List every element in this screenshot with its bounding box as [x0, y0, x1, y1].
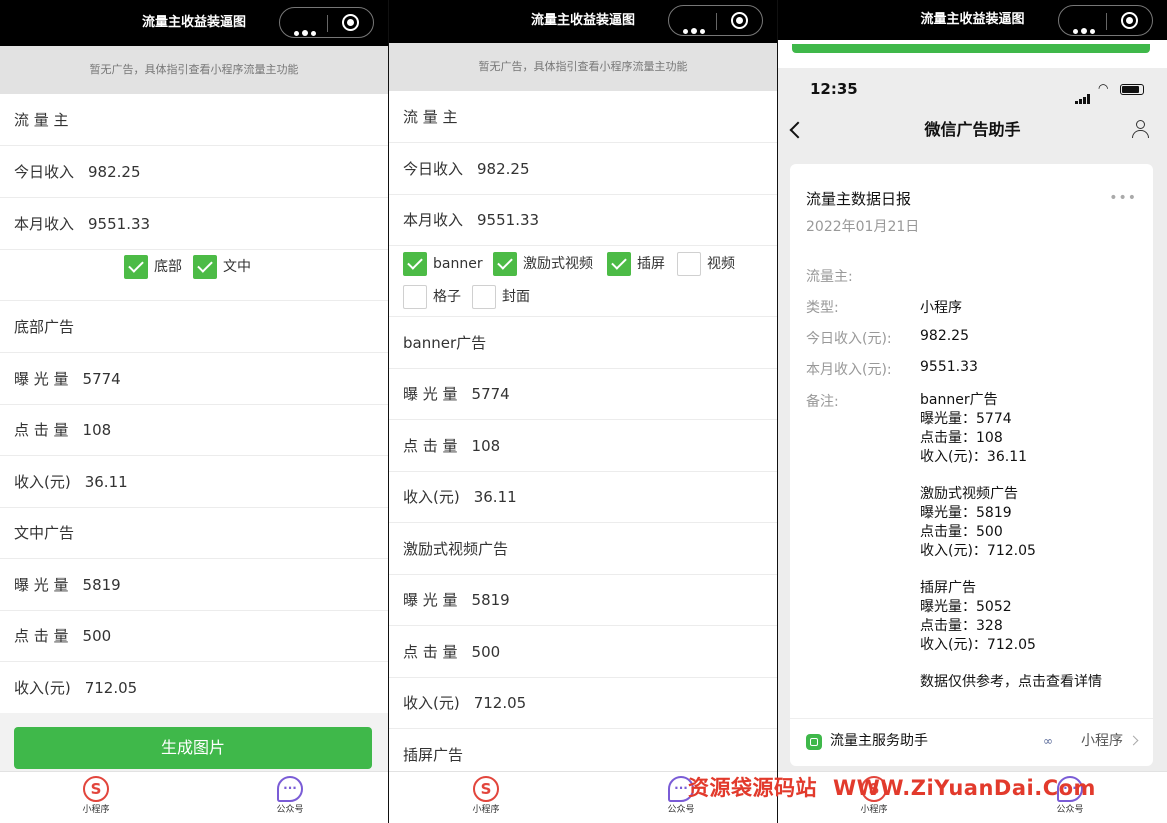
chat-title: 微信广告助手 [924, 120, 1021, 139]
row-impressions: 曝 光 量 5819 [389, 574, 777, 626]
section-title: 文中广告 [0, 507, 388, 559]
bottom-tab-bar: 小程序 公众号 [0, 771, 388, 823]
checkbox-interstitial[interactable]: 插屏 [607, 252, 665, 276]
chat-bubble-icon [277, 776, 303, 802]
capsule-menu[interactable] [279, 7, 374, 38]
section-title: banner广告 [389, 317, 777, 369]
tab-miniprogram[interactable]: 小程序 [456, 776, 516, 815]
more-icon[interactable]: ••• [1109, 190, 1137, 206]
generate-image-button[interactable]: 生成图片 [14, 727, 372, 769]
chevron-right-icon [1128, 735, 1139, 746]
chat-nav-bar: 微信广告助手 [778, 108, 1167, 152]
row-clicks: 点 击 量 108 [389, 420, 777, 472]
checkbox-cover[interactable]: 封面 [472, 285, 530, 309]
field-value: 小程序 [920, 300, 962, 316]
tab-official-account[interactable]: 公众号 [260, 776, 320, 815]
panel-generated-report: 流量主收益装逼图 12:35 ◠ 微信广告助手 流量主数据日报 ••• 2022… [778, 0, 1167, 823]
top-bar: 流量主收益装逼图 [389, 0, 777, 43]
row-today-income: 今日收入 982.25 [0, 146, 388, 198]
checkbox-grid[interactable]: 格子 [403, 285, 461, 309]
checkbox-video[interactable]: 视频 [677, 252, 735, 276]
phone-status-bar: 12:35 ◠ [778, 68, 1167, 108]
row-revenue: 收入(元) 36.11 [389, 471, 777, 523]
checkbox-unchecked-icon[interactable] [403, 285, 427, 309]
checkbox-unchecked-icon[interactable] [472, 285, 496, 309]
checkbox-checked-icon[interactable] [193, 255, 217, 279]
miniprogram-icon [473, 776, 499, 802]
ad-notice: 暂无广告，具体指引查看小程序流量主功能 [389, 43, 777, 91]
more-icon[interactable] [294, 21, 319, 40]
ad-type-checkboxes: 底部 文中 [0, 249, 388, 301]
field-value: 982.25 [920, 328, 969, 344]
row-publisher: 流 量 主 [389, 91, 777, 143]
miniprogram-icon [83, 776, 109, 802]
row-clicks: 点 击 量 108 [0, 404, 388, 456]
checkbox-checked-icon[interactable] [403, 252, 427, 276]
top-bar: 流量主收益装逼图 [778, 0, 1167, 40]
signal-icon [1075, 85, 1091, 104]
user-icon[interactable] [1131, 120, 1149, 138]
field-key: 本月收入(元): [806, 362, 892, 378]
battery-icon [1120, 84, 1144, 95]
close-miniprogram-icon[interactable] [1121, 12, 1138, 29]
close-miniprogram-icon[interactable] [342, 14, 359, 31]
row-month-income: 本月收入 9551.33 [0, 198, 388, 250]
card-date: 2022年01月21日 [806, 219, 920, 235]
checkbox-rewarded-video[interactable]: 激励式视频 [493, 252, 593, 276]
service-assistant-icon [806, 734, 822, 750]
section-title: 激励式视频广告 [389, 523, 777, 575]
row-impressions: 曝 光 量 5774 [389, 368, 777, 420]
row-impressions: 曝 光 量 5774 [0, 353, 388, 405]
card-title: 流量主数据日报 [806, 190, 912, 208]
more-icon[interactable] [683, 19, 708, 38]
row-today-income: 今日收入 982.25 [389, 143, 777, 195]
section-title: 底部广告 [0, 301, 388, 353]
panel-bottom-ads: 流量主收益装逼图 暂无广告，具体指引查看小程序流量主功能 流 量 主 今日收入 9… [0, 0, 388, 823]
row-publisher: 流 量 主 [0, 94, 388, 146]
capsule-menu[interactable] [1058, 5, 1153, 36]
top-bar: 流量主收益装逼图 [0, 0, 388, 46]
capsule-menu[interactable] [668, 5, 763, 36]
row-impressions: 曝 光 量 5819 [0, 559, 388, 611]
service-assistant-label: 流量主服务助手 [830, 733, 928, 749]
checkbox-banner[interactable]: banner [403, 252, 483, 276]
miniprogram-label: 小程序 [1081, 733, 1123, 749]
generate-image-button-edge[interactable] [792, 44, 1150, 53]
remark-text: banner广告 曝光量：5774 点击量：108 收入(元)：36.11 激励… [920, 392, 1102, 690]
wifi-icon: ◠ [1098, 81, 1109, 95]
field-value: 9551.33 [920, 359, 978, 375]
report-card[interactable]: 流量主数据日报 ••• 2022年01月21日 流量主: 类型: 小程序 今日收… [790, 164, 1153, 766]
watermark: 资源袋源码站 WWW.ZiYuanDai.Com [688, 776, 1096, 800]
link-icon: ∞ [1043, 734, 1053, 748]
row-revenue: 收入(元) 712.05 [389, 677, 777, 729]
checkbox-unchecked-icon[interactable] [677, 252, 701, 276]
checkbox-inline[interactable]: 文中 [193, 255, 251, 279]
tab-miniprogram[interactable]: 小程序 [66, 776, 126, 815]
field-key: 今日收入(元): [806, 331, 892, 347]
row-revenue: 收入(元) 36.11 [0, 456, 388, 508]
close-miniprogram-icon[interactable] [731, 12, 748, 29]
checkbox-checked-icon[interactable] [493, 252, 517, 276]
checkbox-checked-icon[interactable] [607, 252, 631, 276]
checkbox-checked-icon[interactable] [124, 255, 148, 279]
field-key: 流量主: [806, 269, 853, 285]
field-key: 类型: [806, 300, 839, 316]
panel-multi-ads: 流量主收益装逼图 暂无广告，具体指引查看小程序流量主功能 流 量 主 今日收入 9… [389, 0, 777, 823]
field-key: 备注: [806, 394, 839, 410]
row-clicks: 点 击 量 500 [0, 610, 388, 662]
status-time: 12:35 [810, 80, 858, 98]
card-footer[interactable]: 流量主服务助手 ∞ 小程序 [790, 718, 1153, 766]
ad-type-checkboxes: banner 激励式视频 插屏 视频 格子 封面 [389, 246, 777, 317]
row-clicks: 点 击 量 500 [389, 626, 777, 678]
more-icon[interactable] [1073, 19, 1098, 38]
ad-notice: 暂无广告，具体指引查看小程序流量主功能 [0, 46, 388, 94]
row-month-income: 本月收入 9551.33 [389, 194, 777, 246]
checkbox-bottom[interactable]: 底部 [124, 255, 182, 279]
row-revenue: 收入(元) 712.05 [14, 679, 138, 697]
